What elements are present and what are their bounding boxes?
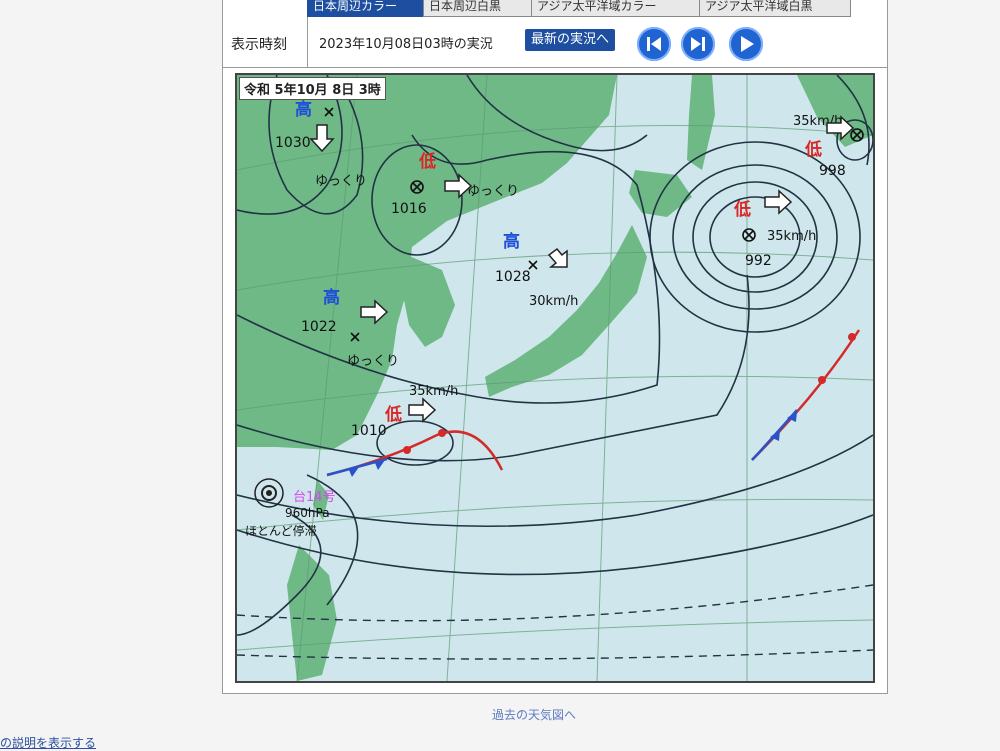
high-symbol-3: 高 <box>323 287 340 308</box>
play-button[interactable] <box>729 27 763 61</box>
high-pressure-2: 1028 <box>495 269 531 285</box>
display-time-row: 表示時刻 2023年10月08日03時の実況 最新の実況へ <box>223 21 887 68</box>
play-icon <box>741 36 754 52</box>
typhoon-pressure: 960hPa <box>285 506 330 520</box>
typhoon-remark: ほとんど停滞 <box>245 523 317 538</box>
map-type-label-cell <box>223 0 308 21</box>
skip-back-icon <box>647 37 661 51</box>
observation-timestamp: 2023年10月08日03時の実況 <box>319 37 493 52</box>
display-time-label-cell: 表示時刻 <box>223 21 308 67</box>
low-pressure-2: 1010 <box>351 423 387 439</box>
tab-japan-color[interactable]: 日本周辺カラー <box>307 0 423 17</box>
map-date-label: 令和 5年10月 8日 3時 <box>239 77 386 100</box>
first-frame-button[interactable] <box>637 27 671 61</box>
low-pressure-1: 1016 <box>391 201 427 217</box>
typhoon-name: 台14号 <box>293 490 336 505</box>
tab-japan-mono[interactable]: 日本周辺白黒 <box>423 0 533 17</box>
weather-map: 高 高 高 低 低 低 低 1030 1028 1022 1016 1010 9… <box>235 73 875 683</box>
map-type-row: 日本周辺カラー 日本周辺白黒 アジア太平洋域カラー アジア太平洋域白黒 <box>223 0 887 22</box>
philippines-landmass <box>287 545 337 681</box>
high-symbol-2: 高 <box>503 231 520 252</box>
low-speed-3: 35km/h <box>767 229 816 244</box>
high-symbol-1: 高 <box>295 99 312 120</box>
latest-observation-button[interactable]: 最新の実況へ <box>525 29 616 51</box>
high-pressure-3: 1022 <box>301 319 337 335</box>
display-time-label: 表示時刻 <box>231 37 287 53</box>
slow-label-1: ゆっくり <box>315 174 367 189</box>
korea-peninsula <box>402 255 455 347</box>
weather-map-chart: 高 高 高 低 低 低 低 1030 1028 1022 1016 1010 9… <box>237 75 873 681</box>
high-speed-2: 30km/h <box>529 294 578 309</box>
tab-asia-color[interactable]: アジア太平洋域カラー <box>531 0 701 17</box>
low-symbol-2: 低 <box>384 404 402 425</box>
low-pressure-3: 992 <box>745 253 772 269</box>
show-description-link[interactable]: の説明を表示する <box>0 734 96 751</box>
low-symbol-3: 低 <box>733 199 751 220</box>
low-speed-2: 35km/h <box>409 384 458 399</box>
skip-forward-icon <box>691 37 705 51</box>
slow-label-2: ゆっくり <box>467 184 519 199</box>
weather-map-panel: 日本周辺カラー 日本周辺白黒 アジア太平洋域カラー アジア太平洋域白黒 表示時刻… <box>222 0 888 694</box>
high-pressure-1: 1030 <box>275 135 311 151</box>
past-maps-link[interactable]: 過去の天気図へ <box>492 706 576 723</box>
slow-label-3: ゆっくり <box>347 354 399 369</box>
low-symbol-1: 低 <box>418 151 436 172</box>
low-symbol-4: 低 <box>804 139 822 160</box>
tab-asia-mono[interactable]: アジア太平洋域白黒 <box>699 0 851 17</box>
last-frame-button[interactable] <box>681 27 715 61</box>
low-pressure-4: 998 <box>819 163 846 179</box>
